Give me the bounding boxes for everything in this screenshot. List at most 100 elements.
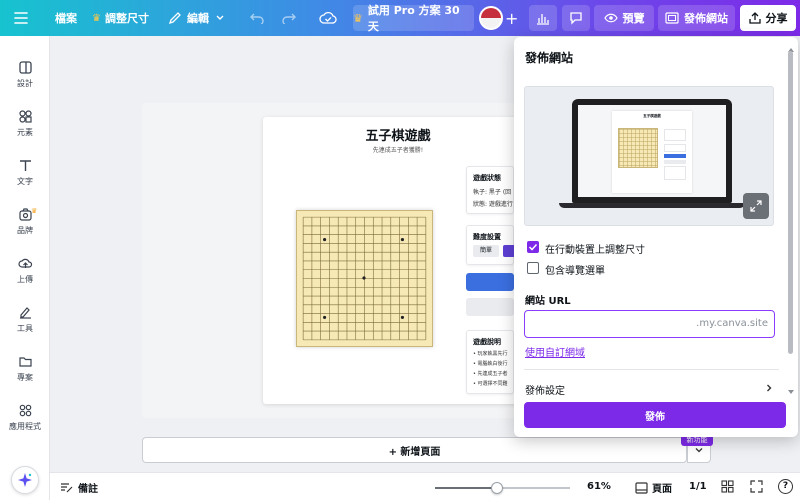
edit-label: 編輯 xyxy=(187,12,209,25)
notes-label: 備註 xyxy=(78,484,98,495)
zoom-level[interactable]: 61% xyxy=(587,481,611,492)
zoom-slider-handle[interactable] xyxy=(491,482,504,494)
resize-button[interactable]: ♛ 調整尺寸 xyxy=(92,0,149,36)
undo-move-button[interactable] xyxy=(466,298,514,316)
fullscreen-icon[interactable] xyxy=(750,480,763,496)
rules-text: 先連成五子者 xyxy=(477,371,508,377)
preview-label: 預覽 xyxy=(622,12,645,25)
magic-assistant-button[interactable] xyxy=(11,466,39,494)
trial-label: 試用 Pro 方案 30 天 xyxy=(367,4,460,33)
sidebar-item-label: 品牌 xyxy=(17,225,33,235)
crown-icon: ♛ xyxy=(31,207,38,215)
rules-card: 遊戲說明 • 玩家執黑先行 • 電腦執白後行 • 先連成五子者 • 可選擇不同難 xyxy=(466,330,514,394)
sidebar-item-design[interactable]: 設計 xyxy=(0,52,50,96)
sidebar-item-text[interactable]: 文字 xyxy=(0,150,50,194)
sidebar-item-brand[interactable]: 品牌 ♛ xyxy=(0,199,50,243)
sidebar-item-label: 設計 xyxy=(17,78,33,88)
pages-icon xyxy=(635,481,648,494)
layout-icon xyxy=(18,60,32,74)
sidebar-item-elements[interactable]: 元素 xyxy=(0,101,50,145)
panel-scrollbar[interactable] xyxy=(788,51,793,354)
grid-view-icon[interactable] xyxy=(721,480,734,496)
help-button[interactable]: ? xyxy=(778,479,793,494)
chevron-right-icon xyxy=(767,384,772,392)
include-nav-checkbox[interactable] xyxy=(527,262,539,274)
status-line: 狀態: 遊戲進行 xyxy=(473,201,513,208)
publish-website-panel: 發佈網站 五子棋遊戲 在行動裝置上調整尺寸 包含導覽選單 網站 URL .my.… xyxy=(514,37,798,437)
add-page-label: + 新增頁面 xyxy=(388,446,441,458)
sparkle-icon xyxy=(18,473,32,487)
apps-icon xyxy=(19,404,31,416)
cloud-save-icon[interactable] xyxy=(319,0,337,36)
sidebar-item-label: 專案 xyxy=(17,372,33,382)
sidebar-item-upload[interactable]: 上傳 xyxy=(0,248,50,292)
share-button[interactable]: 分享 xyxy=(740,5,796,31)
share-icon xyxy=(748,12,761,24)
scroll-down-icon[interactable] xyxy=(788,385,794,394)
sidebar-item-tools[interactable]: 工具 xyxy=(0,297,50,341)
redo-icon[interactable] xyxy=(282,0,296,36)
sidebar-item-apps[interactable]: 應用程式 xyxy=(0,395,50,439)
custom-domain-link[interactable]: 使用自訂網域 xyxy=(525,344,585,359)
add-page-button[interactable]: + 新增頁面 xyxy=(142,437,687,463)
folder-icon xyxy=(18,356,32,367)
rules-item: • 可選擇不同難 xyxy=(473,381,508,387)
start-game-button[interactable] xyxy=(466,273,514,291)
expand-icon xyxy=(750,200,762,212)
pages-label: 頁面 xyxy=(652,484,672,495)
status-title: 遊戲狀態 xyxy=(473,174,501,182)
rules-title: 遊戲說明 xyxy=(473,338,501,346)
star-point xyxy=(323,315,327,319)
site-url-input[interactable]: .my.canva.site xyxy=(524,310,775,338)
difficulty-easy-button[interactable]: 簡單 xyxy=(473,245,499,257)
difficulty-title: 難度設置 xyxy=(473,233,501,241)
resize-mobile-checkbox[interactable] xyxy=(527,241,539,253)
file-menu[interactable]: 檔案 xyxy=(55,0,77,36)
website-icon xyxy=(665,12,679,24)
add-collaborator-icon[interactable]: + xyxy=(505,0,518,36)
share-label: 分享 xyxy=(765,12,788,25)
resize-label: 調整尺寸 xyxy=(104,12,149,25)
shapes-icon xyxy=(18,109,32,123)
divider xyxy=(524,369,779,370)
chevron-down-icon xyxy=(695,448,703,453)
site-preview: 五子棋遊戲 xyxy=(524,86,774,226)
undo-icon[interactable] xyxy=(250,0,264,36)
draw-icon xyxy=(19,306,31,319)
preview-button[interactable]: 預覽 xyxy=(594,5,654,31)
rules-text: 可選擇不同難 xyxy=(477,381,508,387)
rules-item: • 玩家執黑先行 xyxy=(473,351,508,357)
pages-button[interactable]: 頁面 xyxy=(635,480,672,495)
insights-icon[interactable] xyxy=(529,5,557,31)
crown-icon: ♛ xyxy=(92,12,101,24)
zoom-slider[interactable] xyxy=(435,482,570,494)
menu-icon[interactable] xyxy=(14,0,28,36)
sidebar-item-label: 上傳 xyxy=(17,274,33,284)
status-card: 遊戲狀態 執子: 黑子 (回 狀態: 遊戲進行 xyxy=(466,166,514,214)
design-title: 五子棋遊戲 xyxy=(365,129,431,144)
file-label: 檔案 xyxy=(55,12,77,25)
rules-item: • 電腦執白後行 xyxy=(473,361,508,367)
status-line: 執子: 黑子 (回 xyxy=(473,189,512,196)
publish-button[interactable]: 發佈 xyxy=(524,402,786,428)
sidebar-item-projects[interactable]: 專案 xyxy=(0,346,50,390)
star-point xyxy=(400,238,405,242)
publish-button-label: 發佈 xyxy=(645,411,665,423)
design-subtitle: 先連成五子者獲勝! xyxy=(372,147,424,154)
laptop-preview: 五子棋遊戲 xyxy=(572,99,732,203)
publish-settings-row[interactable]: 發佈設定 xyxy=(524,378,774,398)
edit-menu[interactable]: 編輯 xyxy=(168,0,225,36)
resize-mobile-label: 在行動裝置上調整尺寸 xyxy=(545,245,645,256)
expand-preview-button[interactable] xyxy=(743,193,769,219)
trial-pro-button[interactable]: ♛ 試用 Pro 方案 30 天 xyxy=(353,4,474,33)
notes-button[interactable]: 備註 xyxy=(60,480,98,495)
gomoku-board xyxy=(296,210,433,347)
laptop-base xyxy=(559,203,745,208)
avatar[interactable] xyxy=(479,6,503,30)
publish-site-button[interactable]: 發佈網站 xyxy=(658,5,735,31)
publish-settings-label: 發佈設定 xyxy=(525,386,565,397)
sidebar-item-label: 工具 xyxy=(17,323,33,333)
comment-icon[interactable] xyxy=(562,5,590,31)
upload-icon xyxy=(17,258,32,268)
zoom-slider-fill xyxy=(435,487,498,489)
